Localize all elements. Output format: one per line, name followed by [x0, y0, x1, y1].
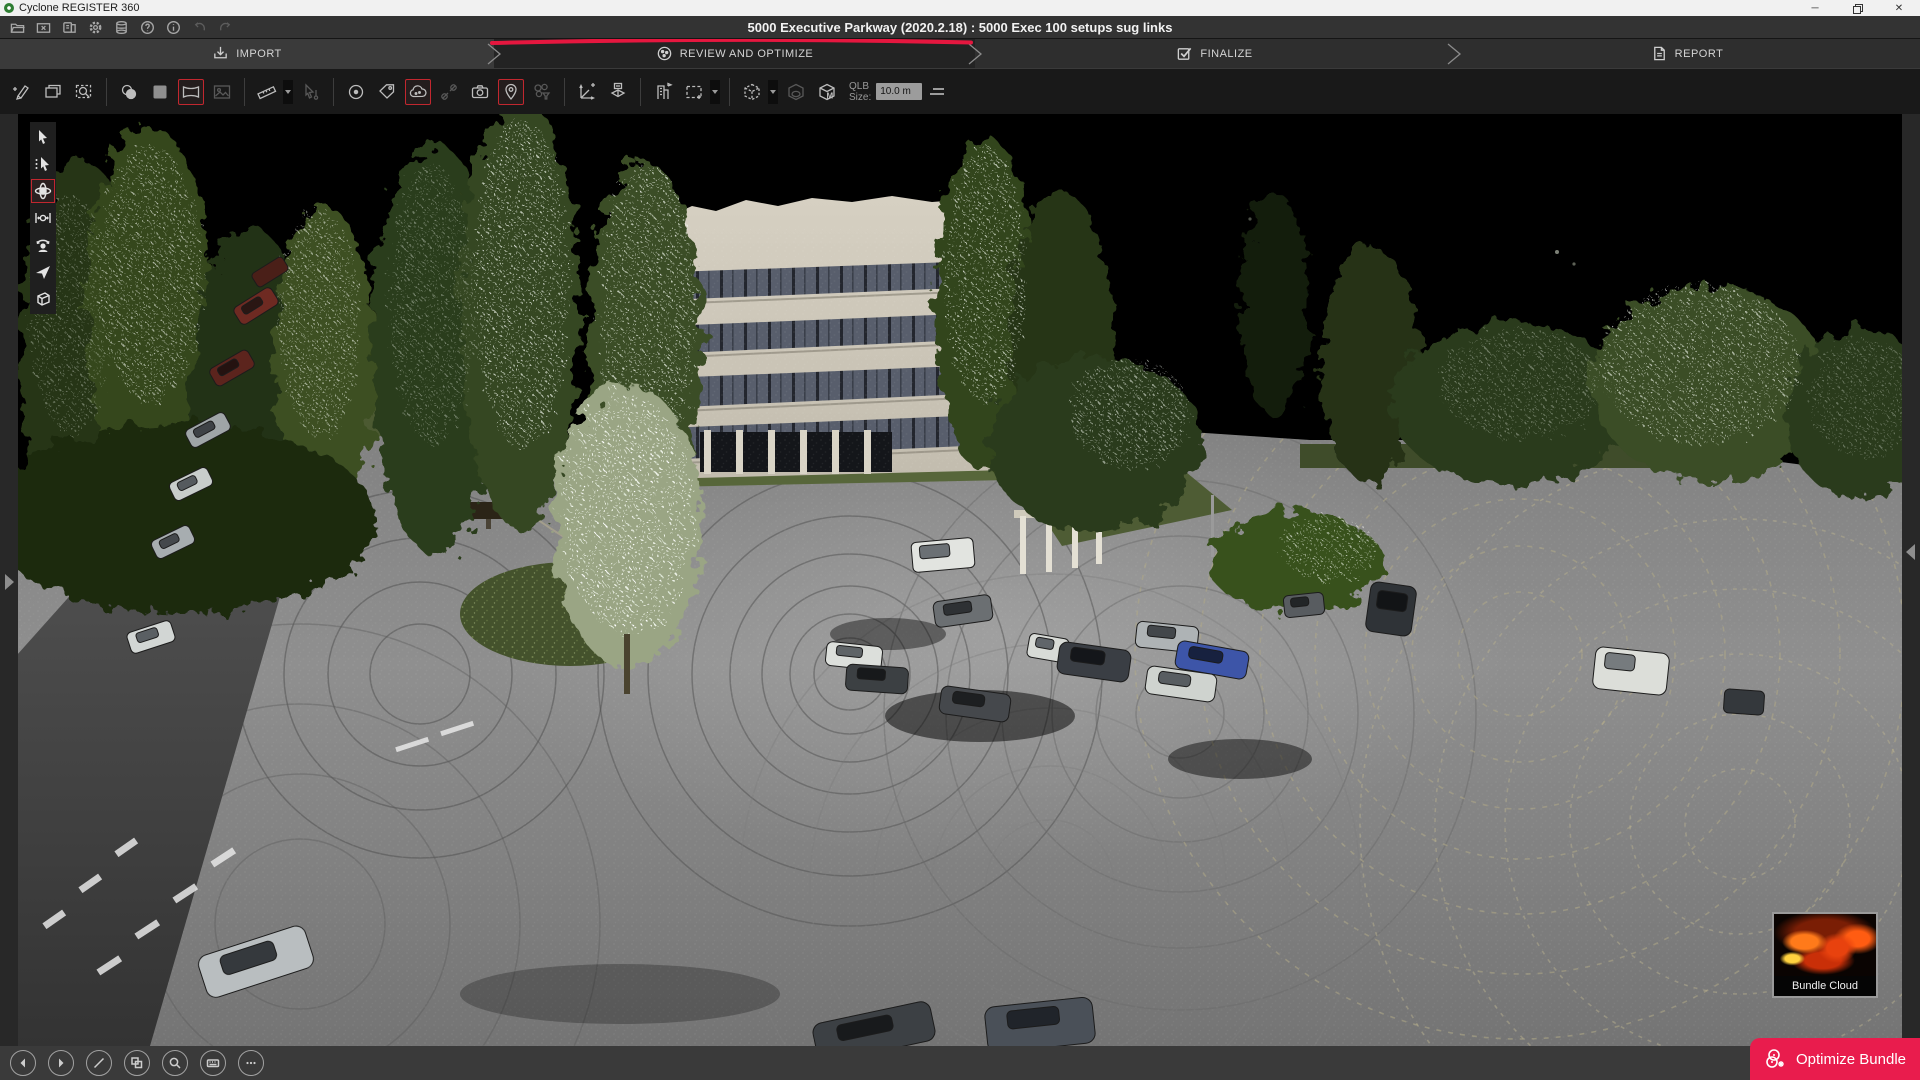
limit-box-selection-icon[interactable] [783, 79, 809, 105]
selection-rect-icon[interactable] [681, 79, 707, 105]
window-titlebar: Cyclone REGISTER 360 ─ ✕ [0, 0, 1920, 16]
draw-icon[interactable] [86, 1050, 112, 1076]
panorama-view-icon[interactable] [178, 79, 204, 105]
view-cube-icon[interactable] [31, 287, 55, 311]
look-around-icon[interactable] [31, 233, 55, 257]
forward-icon[interactable] [48, 1050, 74, 1076]
measure-ruler-icon[interactable] [254, 79, 280, 105]
redo-icon[interactable] [218, 20, 233, 35]
tag-icon[interactable] [374, 79, 400, 105]
point-cloud-scene[interactable] [0, 114, 1920, 1046]
left-panel-expander[interactable] [5, 574, 14, 590]
tab-report[interactable]: REPORT [1454, 39, 1920, 68]
optimize-bundle-icon [1764, 1047, 1788, 1071]
project-title: 5000 Executive Parkway (2020.2.18) : 500… [0, 16, 1920, 38]
tab-review-and-optimize[interactable]: REVIEW AND OPTIMIZE [494, 39, 975, 68]
tab-finalize[interactable]: FINALIZE [975, 39, 1454, 68]
contrast-icon[interactable] [116, 79, 142, 105]
cyclone-register-360-window: Cyclone REGISTER 360 ─ ✕ 5000 Executive … [0, 0, 1920, 1080]
report-icon [1651, 45, 1668, 62]
camera-icon[interactable] [467, 79, 493, 105]
measure-dropdown-caret[interactable] [283, 80, 293, 104]
keyboard-icon[interactable] [200, 1050, 226, 1076]
select-cursor-icon[interactable] [31, 125, 55, 149]
cluster-icon[interactable] [605, 79, 631, 105]
restore-icon [1853, 4, 1861, 12]
restore-button[interactable] [1836, 0, 1878, 16]
bundle-cloud-thumbnail[interactable] [1774, 914, 1876, 976]
open-project-icon[interactable] [10, 20, 25, 35]
storage-database-icon[interactable] [114, 20, 129, 35]
bundle-filter-icon[interactable] [529, 79, 555, 105]
bundle-cloud-panel[interactable]: Bundle Cloud [1772, 912, 1878, 998]
bundle-cloud-label: Bundle Cloud [1774, 980, 1876, 992]
undo-icon[interactable] [192, 20, 207, 35]
point-cloud-icon[interactable] [405, 79, 431, 105]
about-info-icon[interactable] [166, 20, 181, 35]
qlb-size-label: QLB Size: [849, 81, 871, 103]
image-view-icon[interactable] [209, 79, 235, 105]
selection-dropdown-caret[interactable] [710, 80, 720, 104]
workflow-tabbar: IMPORT REVIEW AND OPTIMIZE FINALIZE REPO… [0, 38, 1920, 68]
tab-import[interactable]: IMPORT [0, 39, 494, 68]
fly-icon[interactable] [31, 260, 55, 284]
review-and-optimize-icon [656, 45, 673, 62]
bottom-bar [0, 1046, 1920, 1080]
right-panel-expander[interactable] [1906, 544, 1915, 560]
app-title: Cyclone REGISTER 360 [19, 2, 139, 14]
site-icon[interactable] [650, 79, 676, 105]
settings-gear-icon[interactable] [88, 20, 103, 35]
limit-box-dropdown-caret[interactable] [768, 80, 778, 104]
close-project-icon[interactable] [36, 20, 51, 35]
menubar: 5000 Executive Parkway (2020.2.18) : 500… [0, 16, 1920, 38]
multi-pick-cursor-icon[interactable] [31, 152, 55, 176]
svg-text:M: M [827, 91, 834, 100]
solid-fill-icon[interactable] [147, 79, 173, 105]
limit-box-icon[interactable] [739, 79, 765, 105]
help-icon[interactable] [140, 20, 155, 35]
pan-zoom-icon[interactable] [31, 206, 55, 230]
visual-align-icon[interactable] [9, 79, 35, 105]
axes-icon[interactable] [574, 79, 600, 105]
app-logo-icon [4, 3, 14, 13]
limit-box-manager-icon[interactable]: M [814, 79, 840, 105]
import-icon [212, 45, 229, 62]
more-options-icon[interactable] [238, 1050, 264, 1076]
search-icon[interactable] [162, 1050, 188, 1076]
orbit-icon[interactable] [31, 179, 55, 203]
import-device-icon[interactable] [62, 20, 77, 35]
close-button[interactable]: ✕ [1878, 0, 1920, 16]
setup-target-icon[interactable] [343, 79, 369, 105]
zoom-region-icon[interactable] [71, 79, 97, 105]
optimize-bundle-button[interactable]: Optimize Bundle [1750, 1038, 1920, 1080]
navigation-palette [30, 122, 56, 314]
qlb-size-stepper[interactable] [930, 83, 944, 100]
qlb-size-input[interactable]: 10.0 m [876, 83, 922, 100]
link-icon[interactable] [436, 79, 462, 105]
minimize-button[interactable]: ─ [1794, 0, 1836, 16]
copy-views-icon[interactable] [124, 1050, 150, 1076]
back-icon[interactable] [10, 1050, 36, 1076]
pick-temperature-icon[interactable] [298, 79, 324, 105]
finalize-icon [1176, 45, 1193, 62]
viewport: Bundle Cloud [0, 114, 1920, 1046]
setup-pin-icon[interactable] [498, 79, 524, 105]
main-toolbar: M QLB Size: 10.0 m [0, 68, 1920, 114]
split-view-icon[interactable] [40, 79, 66, 105]
